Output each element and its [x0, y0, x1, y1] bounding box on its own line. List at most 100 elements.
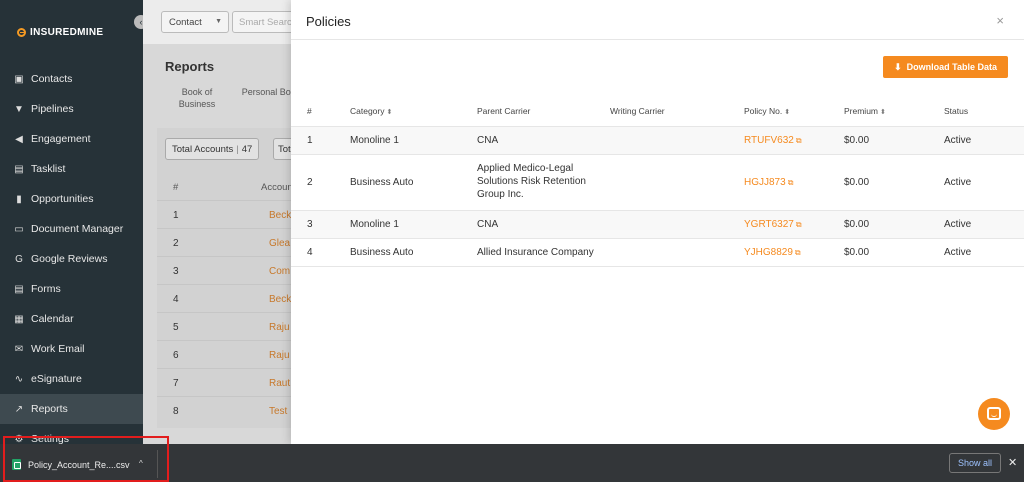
policies-modal: Policies × ⬇ Download Table Data # Categ…: [291, 0, 1024, 444]
external-link-icon: ⧉: [795, 136, 802, 145]
col-category-label: Category: [350, 106, 385, 116]
sort-icon: ⬍: [880, 109, 886, 116]
policy-number: YJHG8829: [744, 247, 793, 258]
account-link[interactable]: Com: [269, 266, 290, 277]
external-link-icon: ⧉: [787, 178, 794, 187]
row-num: 3: [173, 266, 179, 277]
sidebar-item-label: Opportunities: [31, 193, 94, 205]
policy-parent-carrier: Allied Insurance Company: [477, 247, 594, 258]
csv-file-icon: [12, 459, 21, 470]
insuredmine-logo-icon: [17, 28, 26, 37]
account-link[interactable]: Raut: [269, 378, 290, 389]
download-button-label: Download Table Data: [906, 62, 997, 72]
download-divider: [157, 450, 158, 478]
col-writing-carrier: Writing Carrier: [610, 106, 665, 116]
col-premium[interactable]: Premium ⬍: [844, 106, 886, 116]
google-icon: G: [15, 253, 23, 265]
download-icon: ⬇: [894, 61, 902, 72]
sidebar-item-label: Contacts: [31, 73, 73, 85]
chat-launcher-button[interactable]: [978, 398, 1010, 430]
megaphone-icon: ◀: [15, 133, 23, 145]
sidebar-item-reports[interactable]: ↗ Reports: [0, 394, 143, 424]
account-link[interactable]: Beck: [269, 294, 291, 305]
policy-category: Monoline 1: [350, 219, 399, 230]
sidebar-item-label: eSignature: [31, 373, 82, 385]
table-row: 4 Beck: [157, 284, 291, 312]
brand-name: INSUREDMINE: [30, 27, 104, 38]
sort-icon: ⬍: [784, 109, 791, 116]
download-file[interactable]: Policy_Account_Re....csv: [12, 459, 130, 470]
policy-number-link[interactable]: HGJJ873 ⧉: [744, 177, 793, 188]
row-num: 8: [173, 406, 179, 417]
row-num: 6: [173, 350, 179, 361]
account-link[interactable]: Beck: [269, 210, 291, 221]
col-num: #: [307, 106, 312, 116]
sidebar-item-label: Work Email: [31, 343, 85, 355]
row-num: 1: [173, 210, 179, 221]
sidebar-item-label: Forms: [31, 283, 61, 295]
show-all-button[interactable]: Show all: [949, 453, 1001, 473]
col-parent-carrier: Parent Carrier: [477, 106, 531, 116]
download-table-data-button[interactable]: ⬇ Download Table Data: [883, 56, 1008, 78]
calendar-icon: ▦: [14, 313, 24, 325]
close-icon[interactable]: ×: [996, 13, 1004, 28]
sidebar-item-calendar[interactable]: ▦ Calendar: [0, 304, 143, 334]
policy-category: Business Auto: [350, 177, 414, 188]
sidebar-item-document-manager[interactable]: ▭ Document Manager: [0, 214, 143, 244]
policy-premium: $0.00: [844, 135, 870, 146]
pipelines-icon: ▼: [14, 103, 24, 115]
policy-number-link[interactable]: YGRT6327 ⧉: [744, 219, 802, 230]
col-policy-no[interactable]: Policy No. ⬍: [744, 106, 790, 116]
sidebar-item-pipelines[interactable]: ▼ Pipelines: [0, 94, 143, 124]
total-accounts-value: 47: [241, 144, 253, 155]
policy-number-link[interactable]: RTUFV632 ⧉: [744, 135, 802, 146]
sidebar-item-tasklist[interactable]: ▤ Tasklist: [0, 154, 143, 184]
brand-logo[interactable]: INSUREDMINE: [17, 27, 103, 38]
policy-status: Active: [944, 247, 972, 258]
sidebar-item-engagement[interactable]: ◀ Engagement: [0, 124, 143, 154]
table-row: 2 Glea: [157, 228, 291, 256]
col-status: Status: [944, 106, 969, 116]
tab-book-of-business[interactable]: Book of Business: [165, 86, 229, 110]
row-num: 7: [173, 378, 179, 389]
sidebar-item-esignature[interactable]: ∿ eSignature: [0, 364, 143, 394]
sidebar-item-work-email[interactable]: ✉ Work Email: [0, 334, 143, 364]
sidebar-item-label: Calendar: [31, 313, 74, 325]
policy-number: YGRT6327: [744, 219, 794, 230]
policy-number: HGJJ873: [744, 177, 786, 188]
close-download-bar-icon[interactable]: ✕: [1008, 456, 1017, 469]
account-link[interactable]: Test: [269, 406, 287, 417]
sidebar: INSUREDMINE ▣ Contacts ▼ Pipelines ◀ Engageme…: [0, 0, 143, 444]
policy-number: RTUFV632: [744, 135, 794, 146]
policy-row: 2 Business Auto Applied Medico-Legal Solut…: [291, 155, 1024, 211]
signature-icon: ∿: [14, 373, 24, 385]
sidebar-item-forms[interactable]: ▤ Forms: [0, 274, 143, 304]
policy-number-link[interactable]: YJHG8829 ⧉: [744, 247, 801, 258]
chevron-up-icon[interactable]: ^: [139, 459, 143, 468]
account-link[interactable]: Glea: [269, 238, 290, 249]
contacts-icon: ▣: [14, 73, 24, 85]
table-row: 7 Raut: [157, 368, 291, 396]
table-row: 1 Beck: [157, 200, 291, 228]
table-row: 5 Raju: [157, 312, 291, 340]
chevron-down-icon: ▼: [215, 18, 222, 25]
total-secondary-badge: Tot: [273, 138, 293, 160]
account-link[interactable]: Raju: [269, 350, 290, 361]
account-link[interactable]: Raju: [269, 322, 290, 333]
email-icon: ✉: [14, 343, 24, 355]
policy-parent-carrier: Applied Medico-Legal Solutions Risk Rete…: [477, 163, 586, 200]
policy-category: Business Auto: [350, 247, 414, 258]
header-num: #: [173, 182, 179, 193]
sidebar-item-google-reviews[interactable]: G Google Reviews: [0, 244, 143, 274]
policy-parent-carrier: CNA: [477, 219, 499, 230]
col-category[interactable]: Category ⬍: [350, 106, 392, 116]
sidebar-item-contacts[interactable]: ▣ Contacts: [0, 64, 143, 94]
row-num: 5: [173, 322, 179, 333]
report-table-header: # Account: [157, 174, 295, 200]
sidebar-item-opportunities[interactable]: ▮ Opportunities: [0, 184, 143, 214]
contact-type-select[interactable]: Contact ▼: [161, 11, 229, 33]
table-row: 6 Raju: [157, 340, 291, 368]
policy-num: 1: [307, 135, 313, 146]
policy-num: 3: [307, 219, 313, 230]
col-policy-no-label: Policy No.: [744, 106, 783, 116]
